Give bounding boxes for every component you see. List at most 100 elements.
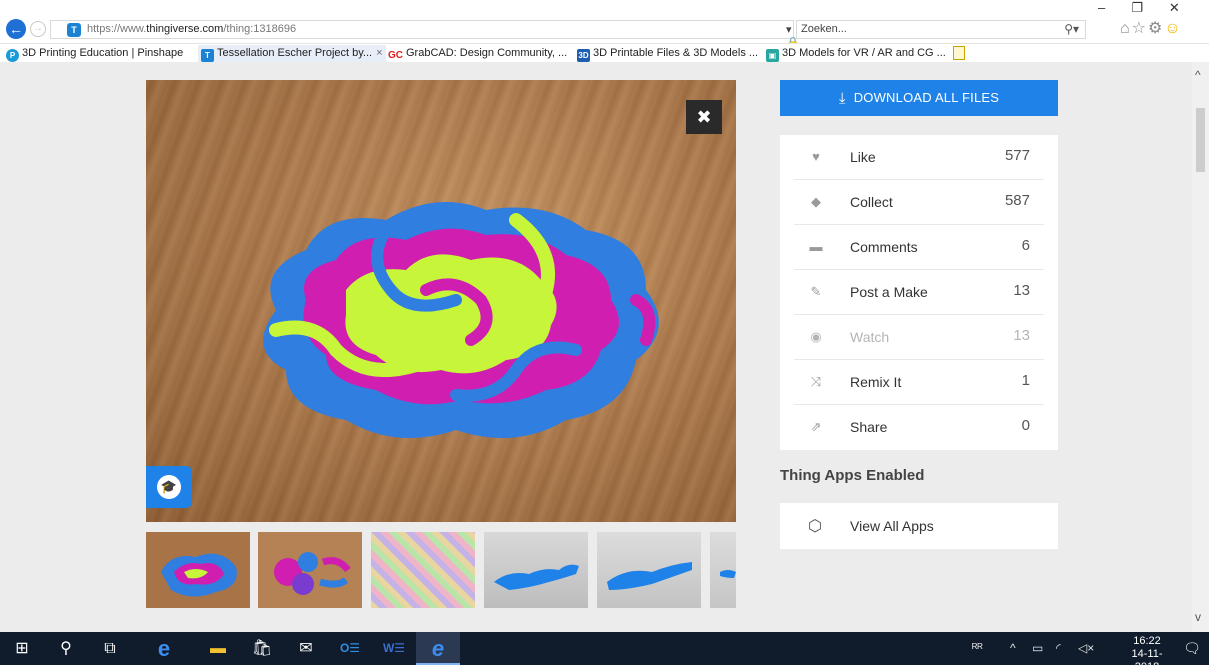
scroll-thumb[interactable] xyxy=(1196,108,1205,172)
stat-label: Post a Make xyxy=(850,284,928,300)
tray-overflow-icon[interactable]: ^ xyxy=(1010,632,1016,665)
store-icon[interactable]: 🛍 xyxy=(240,632,284,665)
thumbnail-5[interactable] xyxy=(597,532,701,608)
stat-remix[interactable]: ⤨ Remix It 1 xyxy=(794,360,1044,405)
graduation-cap-icon: 🎓 xyxy=(157,475,181,499)
stat-comments[interactable]: ▬ Comments 6 xyxy=(794,225,1044,270)
education-badge[interactable]: 🎓 xyxy=(146,466,192,508)
tab-label: Tessellation Escher Project by... xyxy=(217,47,373,59)
scroll-up-icon[interactable]: ^ xyxy=(1195,68,1201,82)
volume-muted-icon[interactable]: ◁× xyxy=(1078,632,1094,665)
people-icon[interactable]: ᴿᴿ xyxy=(972,632,983,665)
browser-tool-icons: ⌂☆⚙☺ xyxy=(1120,18,1183,38)
fullscreen-expand-button[interactable]: ✖ xyxy=(686,100,722,134)
stat-value: 1 xyxy=(1021,372,1030,389)
thumbnail-6[interactable] xyxy=(710,532,736,608)
download-icon: ⤓ xyxy=(838,90,846,107)
stat-value: 577 xyxy=(1004,147,1030,164)
feedback-smiley-icon[interactable]: ☺ xyxy=(1164,20,1182,37)
download-all-files-button[interactable]: ⤓ DOWNLOAD ALL FILES xyxy=(780,80,1058,116)
search-icon[interactable]: ⚲▾ xyxy=(1064,22,1079,36)
scroll-down-icon[interactable]: v xyxy=(1195,610,1201,624)
tab-3d-vr[interactable]: ▣ 3D Models for VR / AR and CG ... xyxy=(766,45,946,62)
stat-label: Watch xyxy=(850,329,890,345)
url-text: https://www.thingiverse.com/thing:131869… xyxy=(87,23,297,35)
tab-label: 3D Models for VR / AR and CG ... xyxy=(782,47,946,59)
stat-value: 0 xyxy=(1021,417,1030,434)
edge-browser-icon[interactable]: e xyxy=(142,632,186,665)
system-clock[interactable]: 16:22 14-11-2018 xyxy=(1122,635,1172,665)
tab-strip: P 3D Printing Education | Pinshape T Tesse… xyxy=(0,43,1209,62)
comment-icon: ▬ xyxy=(809,239,823,254)
cube-icon: ⬡ xyxy=(808,518,822,535)
wifi-icon[interactable]: ◜ xyxy=(1056,632,1061,665)
address-row: ← → T https://www.thingiverse.com/thing:… xyxy=(0,0,1209,62)
thingiverse-icon: T xyxy=(201,49,214,62)
edit-icon: ✎ xyxy=(810,284,822,299)
task-view-icon[interactable]: ⧉ xyxy=(88,632,132,665)
new-tab-button[interactable] xyxy=(953,46,965,60)
screen: –❐✕ ← → T https://www.thingiverse.com/th… xyxy=(0,0,1209,665)
tab-label: 3D Printable Files & 3D Models ... xyxy=(593,47,759,59)
tab-close-icon[interactable]: × xyxy=(376,47,382,59)
word-icon[interactable]: W☰ xyxy=(372,632,416,665)
favorites-star-icon[interactable]: ☆ xyxy=(1132,20,1148,37)
3d-models-icon: 3D xyxy=(577,49,590,62)
address-bar[interactable]: T https://www.thingiverse.com/thing:1318… xyxy=(50,20,800,62)
clock-date: 14-11-2018 xyxy=(1131,648,1163,665)
thumbnail-2[interactable] xyxy=(258,532,362,608)
stat-watch[interactable]: ◉ Watch 13 xyxy=(794,315,1044,360)
home-icon[interactable]: ⌂ xyxy=(1120,20,1132,37)
collect-icon: ◆ xyxy=(811,194,821,209)
settings-gear-icon[interactable]: ⚙ xyxy=(1148,20,1164,37)
stat-label: Like xyxy=(850,149,876,165)
start-windows-icon[interactable]: ⊞ xyxy=(0,632,44,665)
action-center-icon[interactable]: 🗨 xyxy=(1178,632,1206,665)
battery-icon[interactable]: ▭ xyxy=(1032,632,1043,665)
stats-panel: ♥ Like 577 ◆ Collect 587 ▬ Comments 6 ✎ … xyxy=(780,135,1058,450)
tab-3d-printable[interactable]: 3D 3D Printable Files & 3D Models ... xyxy=(577,45,758,62)
stat-value: 587 xyxy=(1004,192,1030,209)
thing-apps-heading: Thing Apps Enabled xyxy=(780,467,925,484)
stat-value: 13 xyxy=(1013,282,1030,299)
download-label: DOWNLOAD ALL FILES xyxy=(853,90,1000,105)
tab-grabcad[interactable]: GC GrabCAD: Design Community, ... xyxy=(388,45,567,62)
thumbnail-4[interactable] xyxy=(484,532,588,608)
grabcad-icon: GC xyxy=(388,50,403,61)
forward-button[interactable]: → xyxy=(30,21,46,37)
stat-label: Comments xyxy=(850,239,918,255)
thumbnail-1[interactable] xyxy=(146,532,250,608)
stat-collect[interactable]: ◆ Collect 587 xyxy=(794,180,1044,225)
stat-value: 6 xyxy=(1021,237,1030,254)
stat-post-a-make[interactable]: ✎ Post a Make 13 xyxy=(794,270,1044,315)
tab-label: 3D Printing Education | Pinshape xyxy=(22,47,184,59)
pinshape-icon: P xyxy=(6,49,19,62)
mail-icon[interactable]: ✉ xyxy=(284,632,328,665)
stat-label: Share xyxy=(850,419,888,435)
search-input[interactable]: Zoeken... ⚲▾ xyxy=(796,20,1086,39)
view-all-apps-button[interactable]: ⬡ View All Apps xyxy=(780,503,1058,549)
internet-explorer-icon[interactable]: e xyxy=(416,632,460,665)
search-taskbar-icon[interactable]: ⚲ xyxy=(44,632,88,665)
main-product-image[interactable]: ✖ 🎓 xyxy=(146,80,736,522)
file-explorer-icon[interactable]: ▬ xyxy=(196,632,240,665)
cg-models-icon: ▣ xyxy=(766,49,779,62)
outlook-icon[interactable]: O☰ xyxy=(328,632,372,665)
tab-thingiverse[interactable]: T Tessellation Escher Project by... × xyxy=(198,45,386,62)
remix-icon: ⤨ xyxy=(810,374,822,389)
tessellation-model-image xyxy=(263,202,659,438)
back-button[interactable]: ← xyxy=(6,19,26,39)
search-placeholder: Zoeken... xyxy=(801,23,847,35)
heart-icon: ♥ xyxy=(812,149,820,164)
clock-time: 16:22 xyxy=(1133,635,1161,647)
tab-label: GrabCAD: Design Community, ... xyxy=(406,47,568,59)
stat-like[interactable]: ♥ Like 577 xyxy=(794,135,1044,180)
tab-pinshape[interactable]: P 3D Printing Education | Pinshape xyxy=(6,45,183,62)
stat-label: Collect xyxy=(850,194,893,210)
vertical-scrollbar[interactable]: ^ v xyxy=(1192,62,1209,632)
view-all-apps-label: View All Apps xyxy=(850,518,934,534)
thumbnail-strip xyxy=(146,532,736,608)
thumbnail-3[interactable] xyxy=(371,532,475,608)
stat-share[interactable]: ⇗ Share 0 xyxy=(794,405,1044,450)
page-content: ✖ 🎓 ⤓ DOWNLOAD ALL FILES ♥ Like 577 ◆ Co… xyxy=(0,62,1209,632)
